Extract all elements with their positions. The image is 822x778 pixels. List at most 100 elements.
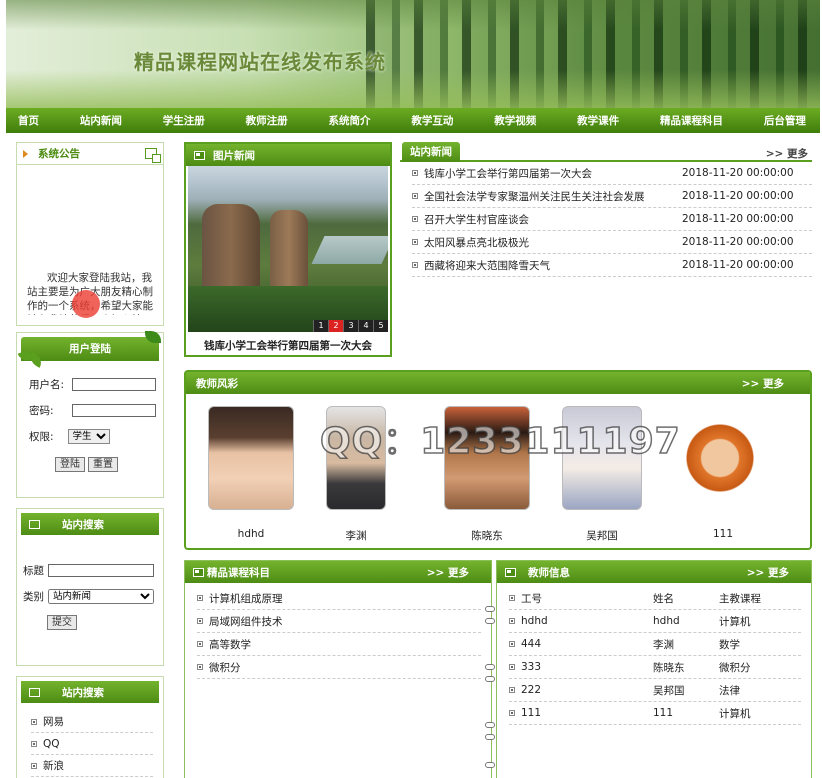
nav-courseware[interactable]: 教学课件 bbox=[577, 113, 619, 128]
username-input[interactable] bbox=[72, 378, 157, 391]
bullet-icon bbox=[31, 718, 37, 725]
page-root: 精品课程网站在线发布系统 首页 站内新闻 学生注册 教师注册 系统简介 教学互动… bbox=[0, 0, 822, 778]
role-select[interactable]: 学生 bbox=[67, 429, 110, 444]
bullet-icon bbox=[412, 239, 418, 245]
table-header: 工号 姓名 主教课程 bbox=[509, 587, 801, 610]
list-item[interactable]: 太阳风暴点亮北极极光 2018-11-20 00:00:00 bbox=[412, 231, 812, 254]
subjects-more-link[interactable]: >> 更多 bbox=[427, 565, 469, 580]
subjects-list: 计算机组成原理 局域网组件技术 高等数学 微积分 bbox=[185, 583, 491, 679]
table-row[interactable]: 111 111 计算机 bbox=[509, 702, 801, 725]
binder-ring-icon bbox=[485, 606, 495, 612]
teacher-photo[interactable] bbox=[562, 406, 642, 510]
pager-1[interactable]: 1 bbox=[313, 320, 328, 332]
bullet-icon bbox=[509, 687, 515, 693]
binder-ring-icon bbox=[485, 664, 495, 670]
list-item[interactable]: 微积分 bbox=[197, 656, 481, 679]
notice-panel: 系统公告 欢迎大家登陆我站，我站主要是为广大朋友精心制作的一个系统，希望大家能够… bbox=[16, 142, 164, 326]
nav-videos[interactable]: 教学视频 bbox=[494, 113, 536, 128]
tinfo-title: 教师信息 bbox=[528, 566, 570, 579]
pager-3[interactable]: 3 bbox=[343, 320, 358, 332]
tinfo-more-link[interactable]: >> 更多 bbox=[747, 565, 789, 580]
bullet-icon bbox=[412, 170, 418, 176]
news-panel: 站内新闻 >> 更多 钱库小学工会举行第四届第一次大会 2018-11-20 00… bbox=[400, 142, 812, 282]
list-item[interactable]: 新浪 bbox=[31, 755, 153, 777]
list-item[interactable]: 高等数学 bbox=[197, 633, 481, 656]
search-title-input[interactable] bbox=[48, 564, 154, 577]
binder-ring-icon bbox=[485, 734, 495, 740]
nav-admin[interactable]: 后台管理 bbox=[764, 113, 806, 128]
bullet-icon bbox=[509, 641, 515, 647]
search-panel: 站内搜索 标题 类别 站内新闻 提交 bbox=[16, 508, 164, 666]
nav-subjects[interactable]: 精品课程科目 bbox=[660, 113, 723, 128]
nav-interaction[interactable]: 教学互动 bbox=[411, 113, 453, 128]
photo-pager: 1 2 3 4 5 bbox=[313, 320, 388, 332]
pager-5[interactable]: 5 bbox=[373, 320, 388, 332]
teacher-photo[interactable] bbox=[444, 406, 530, 510]
binder-ring-icon bbox=[485, 676, 495, 682]
picnews-title: 图片新闻 bbox=[213, 149, 255, 162]
login-button[interactable]: 登陆 bbox=[55, 457, 85, 472]
links-list: 网易 QQ 新浪 bbox=[17, 703, 163, 777]
reset-button[interactable]: 重置 bbox=[88, 457, 118, 472]
teacher-photo[interactable] bbox=[208, 406, 294, 510]
teacher-photo[interactable] bbox=[680, 406, 760, 510]
list-item[interactable]: 召开大学生村官座谈会 2018-11-20 00:00:00 bbox=[412, 208, 812, 231]
site-title: 精品课程网站在线发布系统 bbox=[134, 50, 386, 74]
binder-ring-icon bbox=[485, 722, 495, 728]
nav-student-register[interactable]: 学生注册 bbox=[163, 113, 205, 128]
panel-icon bbox=[29, 687, 40, 697]
table-row[interactable]: 444 李渊 数学 bbox=[509, 633, 801, 656]
teachers-title: 教师风彩 bbox=[196, 377, 238, 390]
list-item[interactable]: 计算机组成原理 bbox=[197, 587, 481, 610]
password-label: 密码: bbox=[29, 405, 54, 417]
teacher-photo[interactable] bbox=[326, 406, 386, 510]
binder-ring-icon bbox=[485, 618, 495, 624]
password-input[interactable] bbox=[71, 404, 156, 417]
nav-news[interactable]: 站内新闻 bbox=[80, 113, 122, 128]
table-row[interactable]: 333 陈晓东 微积分 bbox=[509, 656, 801, 679]
list-item[interactable]: 西藏将迎来大范围降雪天气 2018-11-20 00:00:00 bbox=[412, 254, 812, 277]
bullet-icon bbox=[197, 595, 203, 601]
search-title: 站内搜索 bbox=[62, 518, 104, 531]
table-row[interactable]: 222 吴邦国 法律 bbox=[509, 679, 801, 702]
login-panel: 用户登陆 用户名: 密码: 权限: 学生 登陆 重置 bbox=[16, 331, 164, 498]
table-row[interactable]: hdhd hdhd 计算机 bbox=[509, 610, 801, 633]
teacher-name: 吴邦国 bbox=[586, 530, 618, 542]
teacher-name: 陈晓东 bbox=[471, 530, 503, 542]
bullet-icon bbox=[197, 664, 203, 670]
category-select[interactable]: 站内新闻 bbox=[48, 589, 154, 604]
news-photo[interactable]: 1 2 3 4 5 bbox=[188, 166, 388, 332]
login-title: 用户登陆 bbox=[17, 331, 161, 368]
bullet-icon bbox=[197, 641, 203, 647]
tab-news[interactable]: 站内新闻 bbox=[402, 142, 460, 162]
news-list: 钱库小学工会举行第四届第一次大会 2018-11-20 00:00:00 全国社会… bbox=[400, 162, 812, 277]
links-panel: 站内搜索 网易 QQ 新浪 bbox=[16, 676, 164, 778]
news-more-link[interactable]: >> 更多 bbox=[766, 146, 808, 161]
list-item[interactable]: 全国社会法学专家聚温州关注民生关注社会发展 2018-11-20 00:00:00 bbox=[412, 185, 812, 208]
picnews-caption[interactable]: 钱库小学工会举行第四届第一次大会 bbox=[186, 338, 390, 353]
search-submit-button[interactable]: 提交 bbox=[47, 615, 77, 630]
list-item[interactable]: 钱库小学工会举行第四届第一次大会 2018-11-20 00:00:00 bbox=[412, 162, 812, 185]
list-item[interactable]: QQ bbox=[31, 733, 153, 755]
bullet-icon bbox=[31, 762, 37, 769]
teachers-more-link[interactable]: >> 更多 bbox=[742, 376, 784, 391]
window-icon bbox=[145, 148, 161, 163]
subjects-title: 精品课程科目 bbox=[207, 566, 270, 579]
bullet-icon bbox=[412, 193, 418, 199]
folder-icon bbox=[193, 567, 204, 577]
picture-news-panel: 图片新闻 1 2 3 4 5 钱库小学工会举行第四届第一次大会 bbox=[184, 142, 392, 357]
butterfly-icon bbox=[145, 331, 161, 343]
title-label: 标题 bbox=[23, 565, 44, 577]
teachers-panel: 教师风彩 >> 更多 hdhd 李渊 陈晓东 吴邦国 111 bbox=[184, 370, 812, 550]
list-item[interactable]: 局域网组件技术 bbox=[197, 610, 481, 633]
pager-2[interactable]: 2 bbox=[328, 320, 343, 332]
nav-about[interactable]: 系统简介 bbox=[329, 113, 371, 128]
nav-teacher-register[interactable]: 教师注册 bbox=[246, 113, 288, 128]
links-title: 站内搜索 bbox=[62, 686, 104, 699]
list-item[interactable]: 网易 bbox=[31, 711, 153, 733]
category-label: 类别 bbox=[23, 591, 44, 603]
nav-home[interactable]: 首页 bbox=[18, 113, 39, 128]
banner: 精品课程网站在线发布系统 bbox=[6, 0, 820, 108]
pager-4[interactable]: 4 bbox=[358, 320, 373, 332]
triangle-icon bbox=[23, 149, 28, 158]
